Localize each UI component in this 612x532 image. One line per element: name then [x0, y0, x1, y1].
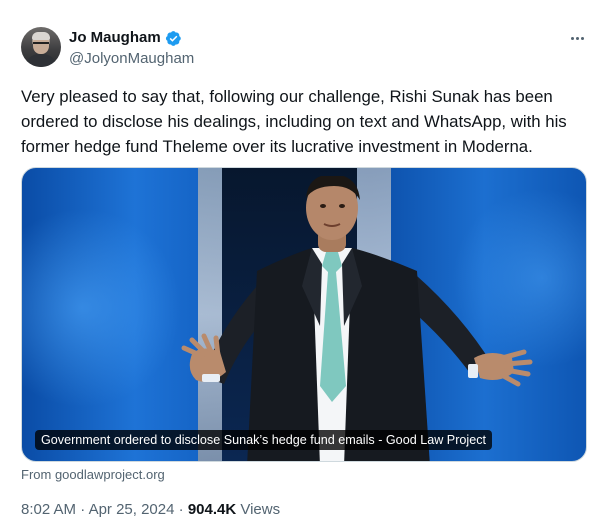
avatar-glasses	[33, 42, 49, 46]
tweet: Jo Maugham @JolyonMaugham Very pleased t…	[0, 0, 612, 532]
avatar[interactable]	[21, 27, 61, 67]
views-label: Views	[240, 501, 281, 518]
link-card-image[interactable]: Government ordered to disclose Sunak’s h…	[21, 167, 587, 462]
backdrop-glow-left	[22, 208, 182, 408]
speaker-figure	[181, 176, 533, 461]
avatar-body	[25, 54, 57, 67]
tweet-date[interactable]: Apr 25, 2024	[89, 501, 175, 518]
tweet-meta: 8:02 AM · Apr 25, 2024 · 904.4K Views	[21, 500, 280, 520]
author-name-row: Jo Maugham	[69, 28, 182, 48]
link-card-source[interactable]: From goodlawproject.org	[21, 467, 165, 483]
link-card-caption[interactable]: Government ordered to disclose Sunak’s h…	[35, 430, 492, 450]
meta-separator: ·	[80, 501, 86, 518]
author-handle[interactable]: @JolyonMaugham	[69, 50, 194, 68]
views-count: 904.4K	[187, 501, 237, 518]
meta-separator: ·	[178, 501, 184, 518]
avatar-hair	[32, 32, 50, 40]
author-display-name[interactable]: Jo Maugham	[69, 28, 161, 48]
tweet-time[interactable]: 8:02 AM	[21, 501, 76, 518]
tweet-text: Very pleased to say that, following our …	[21, 87, 567, 156]
more-options-icon[interactable]	[568, 30, 586, 46]
verified-badge-icon	[165, 30, 181, 46]
